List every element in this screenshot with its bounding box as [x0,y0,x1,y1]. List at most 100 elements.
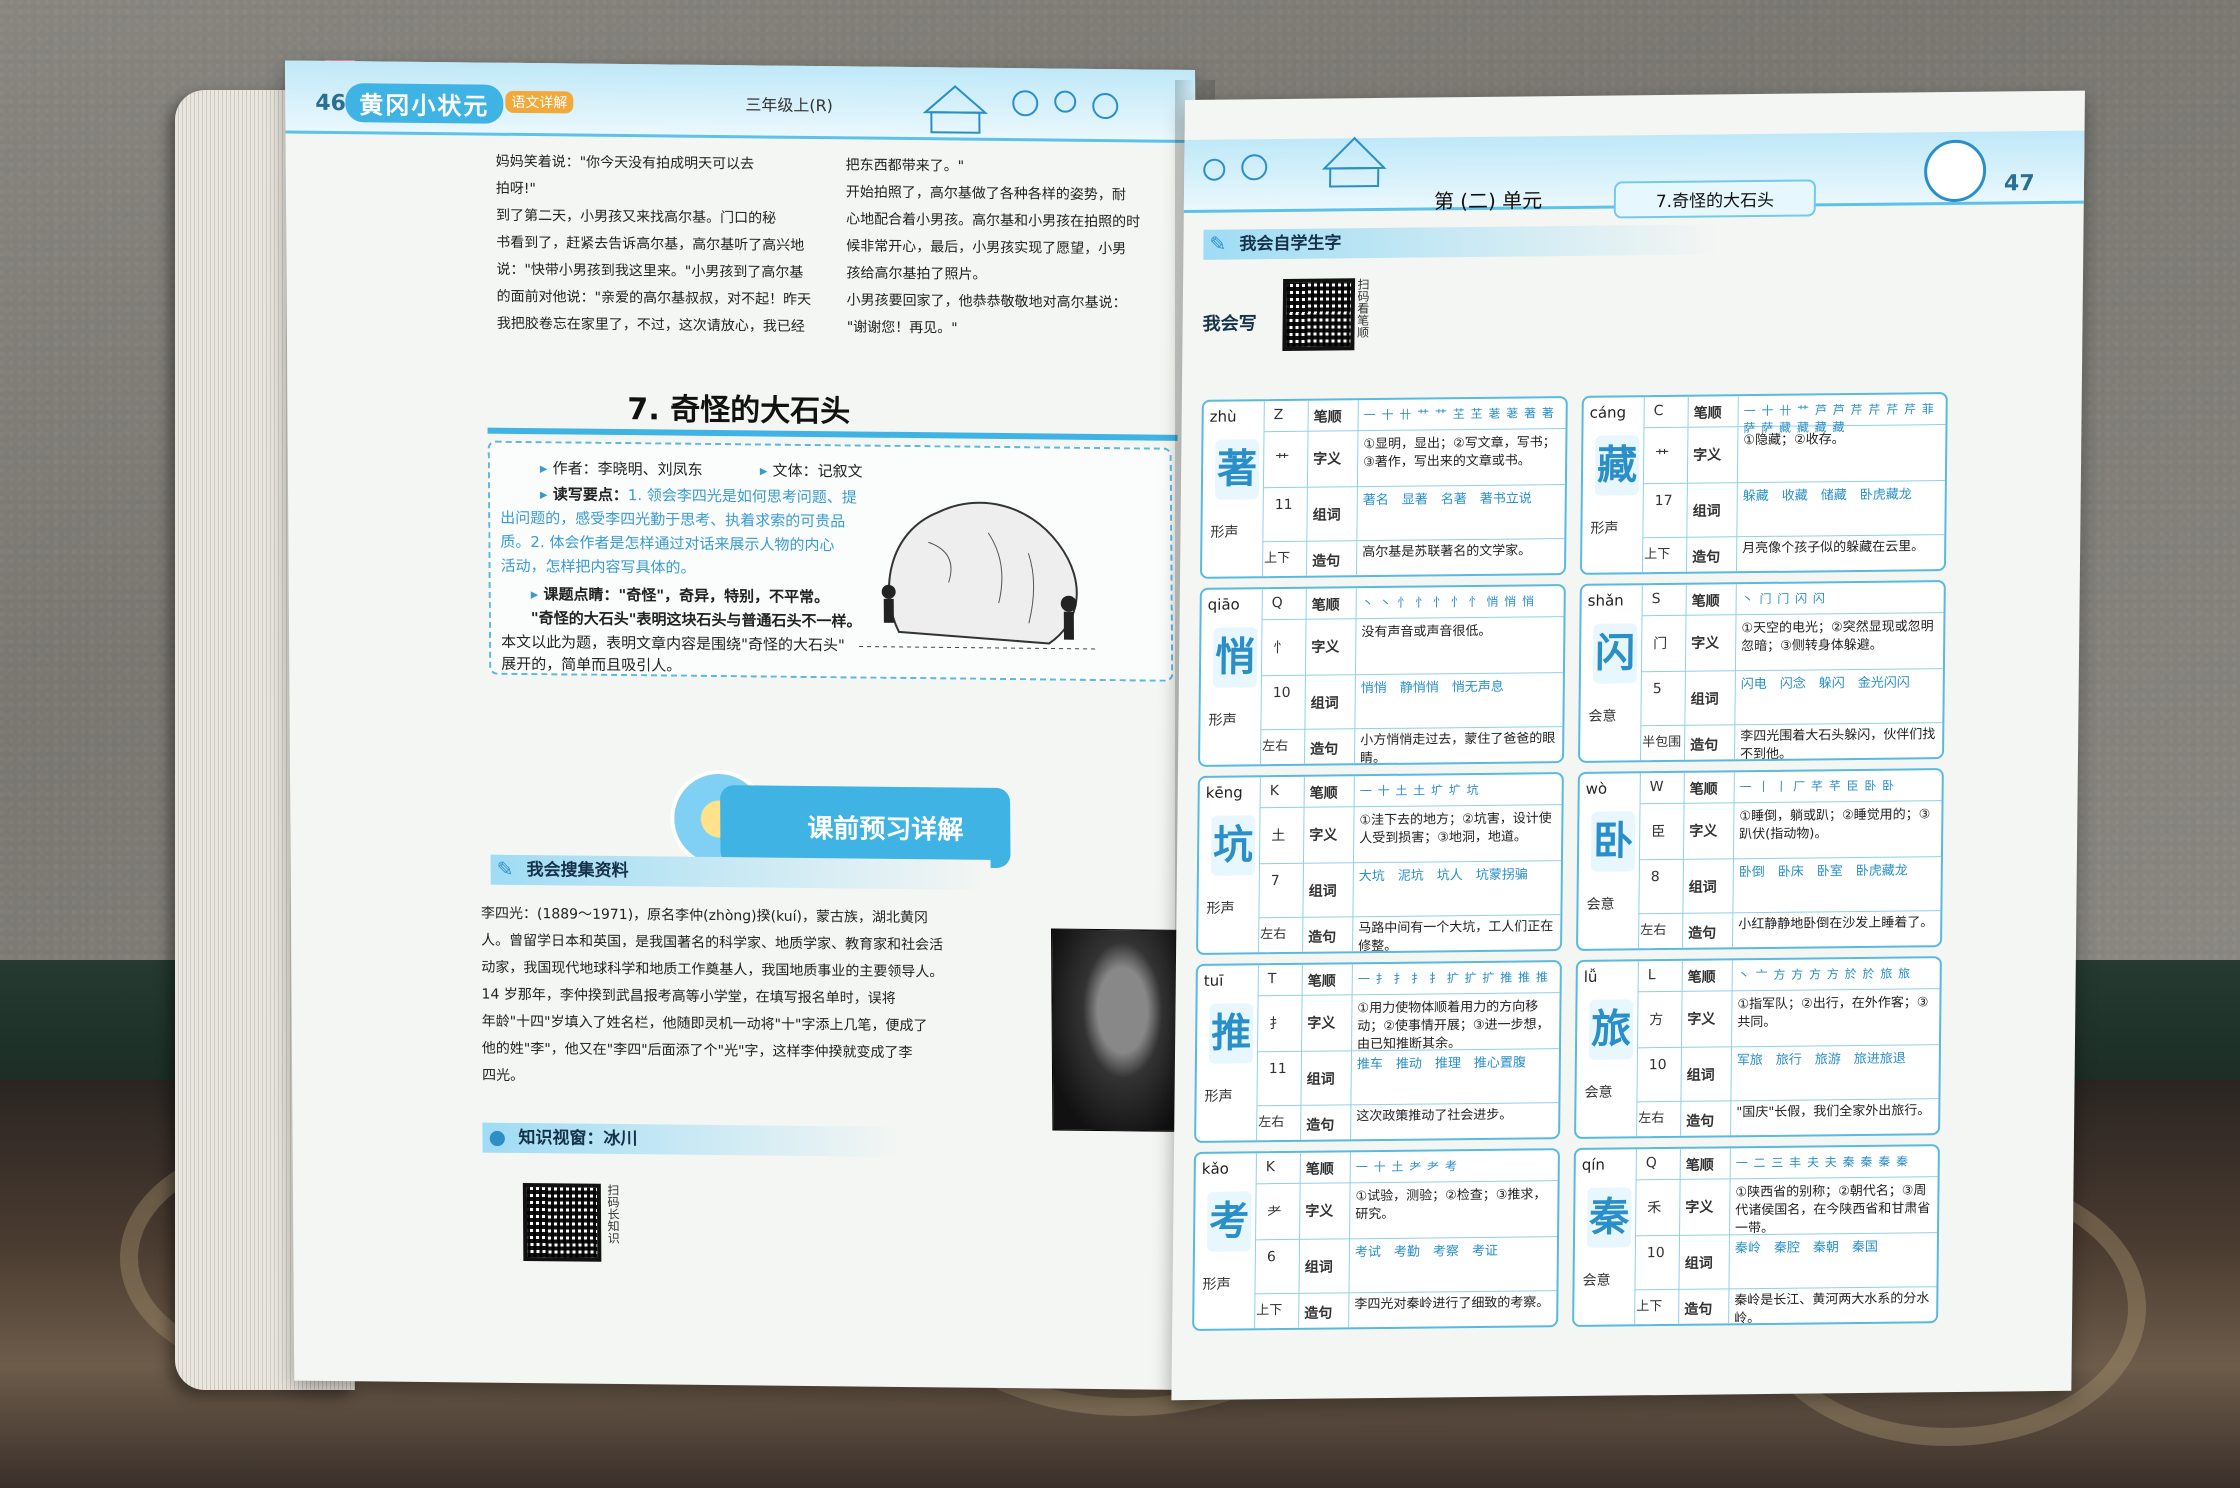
char-card: kēng 坑形声 K 土 7 左右 笔顺 一 十 土 土 圹 圹 坑字义 ①洼下去的地方；②坑害… [1196,772,1564,955]
strokes-label: 笔顺 [1305,1161,1334,1178]
structure: 上下 [1264,550,1291,567]
sentence-label: 造句 [1684,1301,1713,1318]
mascot-icon [1923,139,1987,203]
left-page: 46 黄冈小状元 语文详解 三年级上(R) 妈妈笑着说："你今天没有拍成明天可以… [285,60,1205,1391]
words: 军旅 旅行 旅游 旅进旅退 [1736,1051,1906,1069]
meaning-label: 字义 [1309,827,1338,844]
radical: 耂 [1267,1204,1282,1221]
structure: 左右 [1262,738,1289,755]
words-label: 组词 [1304,1259,1333,1276]
pinyin: kēng [1205,783,1243,802]
li-siguang-bio: 李四光：(1889～1971)，原名李仲(zhòng)揆(kuí)，蒙古族，湖北… [480,905,944,1084]
strokes-label: 笔顺 [1313,409,1342,426]
qr-label-strokes: 扫码看笔顺 [1355,278,1371,339]
sentence-label: 造句 [1304,1305,1333,1322]
initial-letter: Z [1273,406,1284,424]
character: 卧 [1590,811,1636,872]
lesson-title: 7. 奇怪的大石头 [627,392,851,430]
qr-code-strokes[interactable] [1282,278,1356,351]
meaning-label: 字义 [1311,639,1340,656]
author-line: ▸ 作者：李晓明、刘凤东 [539,459,703,479]
character: 坑 [1210,815,1256,876]
initial-letter: Q [1271,595,1283,612]
key-points: ▸ 读写要点：1. 领会李四光是如何思考问题、提 [539,485,857,507]
stroke-order: 丶 亠 方 方 方 方 於 於 旅 旅 [1737,966,1912,983]
sentence-label: 造句 [1310,741,1339,758]
char-type: 形声 [1590,520,1619,537]
radical: 方 [1649,1012,1664,1029]
stroke-count: 10 [1272,684,1291,702]
stroke-order: 一 丨 丨 厂 芊 芊 臣 卧 卧 [1739,778,1896,795]
sentence-label: 造句 [1686,1113,1715,1130]
strokes-label: 笔顺 [1311,597,1340,614]
words: 著名 显著 名著 著书立说 [1362,491,1532,509]
initial-letter: C [1653,403,1664,420]
character: 闪 [1592,623,1638,684]
initial-letter: K [1269,783,1280,800]
pinyin: lǚ [1583,967,1598,986]
write-label: 我会写 [1202,313,1257,335]
sentence: 秦岭是长江、黄河两大水系的分水岭。 [1734,1291,1930,1327]
meaning-label: 字义 [1307,1015,1336,1032]
char-card: qín 秦会意 Q 禾 10 上下 笔顺 一 二 三 丰 夫 夫 秦 秦 秦 秦字义 ①陕西省的… [1572,1144,1940,1328]
stroke-count: 10 [1648,1057,1667,1074]
sentence: 小红静静地卧倒在沙发上睡着了。 [1738,915,1934,933]
pencil-icon: ✎ [496,856,514,881]
stroke-order: 一 十 土 耂 耂 考 [1355,1159,1458,1175]
pinyin: tuī [1203,971,1224,990]
meaning-label: 字义 [1693,447,1722,464]
character: 旅 [1588,999,1634,1060]
character: 藏 [1594,435,1640,496]
strokes-label: 笔顺 [1309,785,1338,802]
page-number-right: 47 [2003,171,2035,197]
pinyin: qín [1581,1155,1606,1174]
char-type: 会意 [1582,1272,1611,1289]
brand-subtitle: 语文详解 [505,90,574,114]
radical: 扌 [1269,1016,1284,1033]
story-column-1: 妈妈笑着说："你今天没有拍成明天可以去 拍呀!" 到了第二天，小男孩又来找高尔基… [495,153,812,335]
sentence: 高尔基是苏联著名的文学家。 [1362,543,1532,561]
words-label: 组词 [1686,1067,1715,1084]
initial-letter: W [1649,779,1664,796]
stroke-order: 丶 丶 忄 忄 忄 忄 忄 悄 悄 悄 [1361,594,1536,611]
sentence: "国庆"长假，我们全家外出旅行。 [1736,1103,1931,1121]
words: 考试 考勤 考察 考证 [1354,1243,1498,1261]
strokes-label: 笔顺 [1307,973,1336,990]
initial-letter: L [1647,967,1656,984]
left-page-header: 46 黄冈小状元 语文详解 三年级上(R) [285,60,1196,144]
radical: 臣 [1651,824,1666,841]
knowledge-window-head: ● 知识视窗：冰川 [482,1122,903,1157]
char-type: 会意 [1588,708,1617,725]
meaning-label: 字义 [1685,1199,1714,1216]
sentence-label: 造句 [1308,929,1337,946]
sentence: 小方悄悄走过去，蒙住了爸爸的眼睛。 [1359,731,1556,767]
words-label: 组词 [1306,1071,1335,1088]
unit-label: 第 (二) 单元 [1433,188,1543,214]
meaning: ①陕西省的别称；②朝代名；③周代诸侯国名，在今陕西省和甘肃省一带。 [1735,1183,1931,1237]
qr-code-knowledge[interactable] [522,1182,602,1262]
stroke-order: 一 二 三 丰 夫 夫 秦 秦 秦 秦 [1735,1154,1910,1171]
structure: 左右 [1638,1111,1665,1127]
pinyin: kǎo [1201,1159,1229,1178]
char-card: wò 卧会意 W 臣 8 左右 笔顺 一 丨 丨 厂 芊 芊 臣 卧 卧字义 ①睡倒，躺或趴；②… [1576,768,1944,951]
char-type: 形声 [1202,1276,1231,1293]
strokes-label: 笔顺 [1689,781,1718,798]
words: 卧倒 卧床 卧室 卧虎藏龙 [1738,863,1908,881]
meaning-label: 字义 [1305,1203,1334,1220]
words-label: 组词 [1310,695,1339,712]
words-label: 组词 [1684,1255,1713,1272]
words-label: 组词 [1688,879,1717,896]
char-card: qiāo 悄形声 Q 忄 10 左右 笔顺 丶 丶 忄 忄 忄 忄 忄 悄 悄 悄字义 没有声音… [1198,584,1566,767]
meaning: ①显明，显出；②写文章，写书；③著作，写出来的文章或书。 [1363,435,1556,471]
strokes-label: 笔顺 [1691,593,1720,610]
self-study-head: ✎ 我会自学生字 [1203,224,1724,260]
sentence-label: 造句 [1312,553,1341,570]
radical: 禾 [1647,1200,1662,1217]
char-card: kǎo 考形声 K 耂 6 上下 笔顺 一 十 土 耂 耂 考字义 ①试验，测验；②检查；③推求… [1192,1148,1560,1331]
character: 推 [1208,1003,1254,1064]
words-label: 组词 [1312,507,1341,524]
words: 闪电 闪念 躲闪 金光闪闪 [1740,675,1910,693]
house-decoration-icon [922,85,1119,134]
sentence-label: 造句 [1306,1117,1335,1134]
initial-letter: S [1651,591,1661,608]
